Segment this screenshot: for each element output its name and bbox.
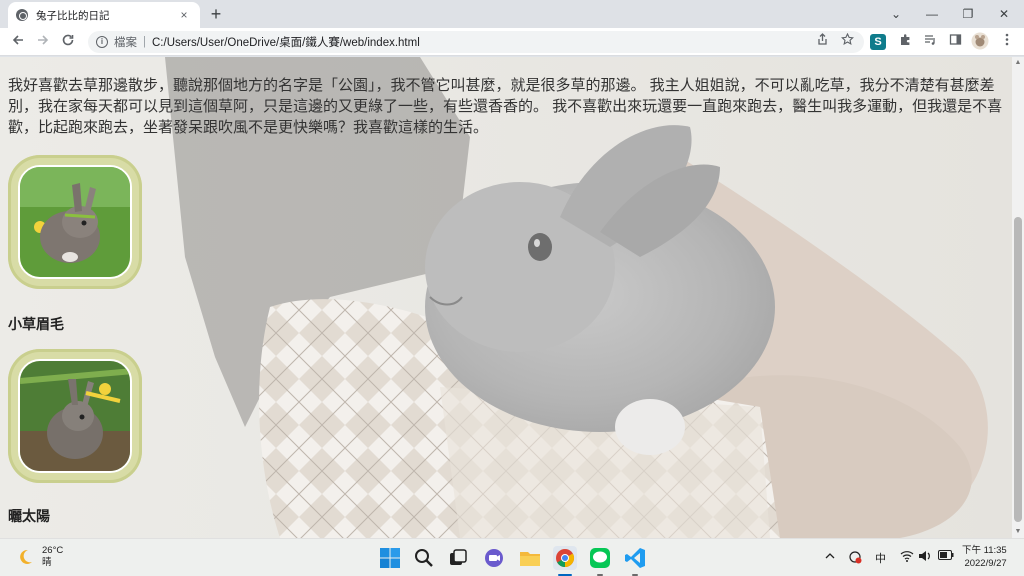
- browser-tab[interactable]: 兔子比比的日記 ×: [8, 2, 200, 28]
- side-panel-icon: [949, 34, 961, 45]
- playlist-icon: [924, 35, 935, 45]
- arrow-right-icon: [38, 35, 49, 45]
- start-button[interactable]: [378, 546, 402, 570]
- photo-caption-1: 小草眉毛: [8, 316, 64, 332]
- browser-toolbar: i 檔案 | C:/Users/User/OneDrive/桌面/鐵人賽/web…: [0, 28, 1024, 56]
- page-viewport: 我好喜歡去草那邊散步，聽說那個地方的名字是「公園」，我不管它叫甚麼，就是很多草的…: [0, 57, 1012, 538]
- globe-icon: [16, 9, 28, 21]
- address-bar[interactable]: i 檔案 | C:/Users/User/OneDrive/桌面/鐵人賽/web…: [88, 31, 864, 53]
- line-icon: [590, 548, 610, 568]
- puzzle-icon: [900, 34, 909, 45]
- back-button[interactable]: [8, 32, 28, 52]
- volume-icon[interactable]: [918, 550, 932, 565]
- share-icon: [817, 33, 827, 45]
- search-button[interactable]: [412, 546, 436, 570]
- chat-icon: [485, 549, 503, 567]
- s-extension-button[interactable]: S: [870, 34, 886, 50]
- ime-indicator[interactable]: 中: [875, 550, 886, 566]
- address-scheme: 檔案: [114, 37, 137, 49]
- system-clock[interactable]: 下午 11:35 2022/9/27: [962, 544, 1007, 570]
- chrome-taskbar-button[interactable]: [553, 546, 577, 576]
- reading-list-button[interactable]: [920, 32, 940, 52]
- weather-widget[interactable]: 26°C 晴: [16, 545, 63, 569]
- arrow-left-icon: [12, 35, 23, 45]
- diary-text: 我好喜歡去草那邊散步，聽說那個地方的名字是「公園」，我不管它叫甚麼，就是很多草的…: [8, 77, 1003, 136]
- windows-logo-icon: [380, 548, 400, 568]
- search-icon: [415, 549, 433, 567]
- restore-button[interactable]: ❐: [950, 0, 986, 28]
- line-app-button[interactable]: [588, 546, 612, 576]
- chrome-icon: [556, 549, 575, 567]
- photo-card-1[interactable]: [8, 155, 142, 289]
- rabbit-photo-2: [18, 359, 132, 473]
- task-view-icon: [450, 549, 467, 565]
- moon-icon: [16, 548, 34, 566]
- photo-caption-2: 曬太陽: [8, 508, 50, 524]
- file-explorer-button[interactable]: [518, 546, 542, 570]
- taskbar: 26°C 晴 中 下午 11:35 2022/9/27: [0, 538, 1024, 576]
- teams-chat-button[interactable]: [482, 546, 506, 570]
- avatar-icon: [971, 32, 989, 50]
- new-tab-button[interactable]: +: [206, 4, 226, 24]
- profile-avatar[interactable]: [970, 32, 990, 52]
- weather-temperature: 26°C: [42, 545, 64, 556]
- clock-date: 2022/9/27: [964, 558, 1007, 569]
- tab-search-button[interactable]: ⌄: [878, 0, 914, 28]
- meet-now-icon[interactable]: [848, 550, 862, 567]
- weather-description: 晴: [42, 557, 52, 568]
- task-view-button[interactable]: [446, 546, 470, 570]
- battery-icon[interactable]: [938, 550, 954, 563]
- tab-title: 兔子比比的日記: [36, 9, 110, 22]
- rabbit-photo-1: [18, 165, 132, 279]
- kebab-menu-icon: [1005, 33, 1009, 46]
- forward-button[interactable]: [33, 32, 53, 52]
- scroll-down-arrow-icon[interactable]: ▼: [1012, 526, 1024, 538]
- share-button[interactable]: [812, 32, 832, 52]
- bookmark-button[interactable]: [837, 32, 857, 52]
- tray-overflow-icon[interactable]: [824, 550, 836, 565]
- info-icon[interactable]: i: [96, 36, 108, 48]
- menu-button[interactable]: [997, 32, 1017, 52]
- address-url[interactable]: C:/Users/User/OneDrive/桌面/鐵人賽/web/index.…: [152, 34, 420, 50]
- folder-icon: [520, 552, 540, 566]
- reload-button[interactable]: [58, 32, 78, 52]
- tab-close-button[interactable]: ×: [176, 8, 192, 22]
- vscode-icon: [625, 548, 645, 568]
- close-window-button[interactable]: ✕: [986, 0, 1022, 28]
- star-icon: [840, 32, 854, 45]
- scroll-thumb[interactable]: [1014, 217, 1022, 522]
- photo-card-2[interactable]: [8, 349, 142, 483]
- vscode-button[interactable]: [623, 546, 647, 576]
- clock-time: 下午 11:35: [962, 545, 1007, 556]
- extensions-button[interactable]: [895, 32, 915, 52]
- wifi-icon[interactable]: [900, 550, 914, 565]
- side-panel-button[interactable]: [945, 32, 965, 52]
- minimize-button[interactable]: —: [914, 0, 950, 28]
- scroll-up-arrow-icon[interactable]: ▲: [1012, 57, 1024, 69]
- page-scrollbar[interactable]: ▲ ▼: [1012, 57, 1024, 538]
- reload-icon: [62, 34, 74, 46]
- address-separator: |: [143, 36, 146, 48]
- tab-strip: 兔子比比的日記 × + ⌄ — ❐ ✕: [0, 0, 1024, 28]
